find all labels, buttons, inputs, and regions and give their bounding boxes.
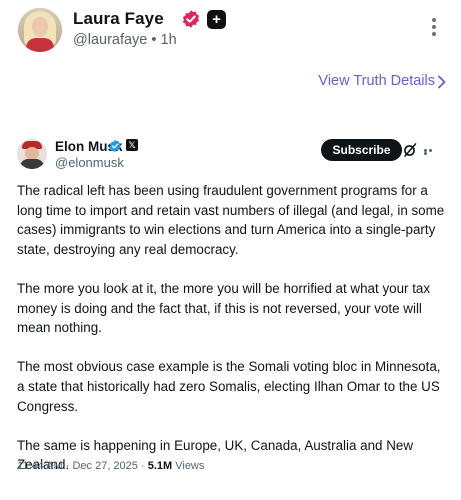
verified-badge-icon (109, 139, 121, 153)
tweet-meta: 11:44 AM · Dec 27, 2025 · 5.1M Views (17, 460, 204, 472)
handle-text[interactable]: @laurafaye (73, 32, 147, 48)
tweet-paragraph: The most obvious case example is the Som… (17, 359, 441, 414)
tweet-date[interactable]: Dec 27, 2025 (72, 460, 137, 472)
plus-badge-icon: + (207, 10, 226, 29)
meta-separator: · (65, 460, 70, 472)
post-time[interactable]: 1h (161, 32, 177, 48)
post-header: Laura Faye + @laurafaye • 1h (18, 6, 447, 58)
views-count: 5.1M (147, 460, 173, 472)
view-truth-details-link[interactable]: View Truth Details (318, 73, 435, 89)
grok-icon[interactable] (402, 142, 418, 158)
more-vertical-icon[interactable] (429, 18, 439, 40)
avatar[interactable] (18, 8, 62, 52)
embed-author-handle[interactable]: @elonmusk (55, 155, 124, 170)
tweet-time[interactable]: 11:44 AM (17, 460, 63, 472)
x-logo-icon: 𝕏 (126, 139, 138, 151)
author-handle: @laurafaye • 1h (73, 32, 177, 48)
tweet-paragraph: The more you look at it, the more you wi… (17, 280, 431, 336)
avatar[interactable] (17, 139, 47, 169)
embedded-post[interactable]: Elon Musk 𝕏 @elonmusk Subscribe The radi… (15, 137, 447, 485)
meta-separator: · (140, 460, 145, 472)
verified-badge-icon (182, 10, 200, 28)
author-name[interactable]: Laura Faye (73, 9, 164, 29)
views-label: Views (175, 460, 205, 472)
subscribe-button[interactable]: Subscribe (321, 139, 402, 161)
separator: • (151, 32, 157, 48)
tweet-paragraph: The radical left has been using fraudule… (17, 183, 445, 257)
more-horizontal-icon[interactable] (424, 149, 438, 155)
tweet-text: The radical left has been using fraudule… (17, 181, 445, 495)
chevron-right-icon[interactable] (437, 75, 447, 89)
